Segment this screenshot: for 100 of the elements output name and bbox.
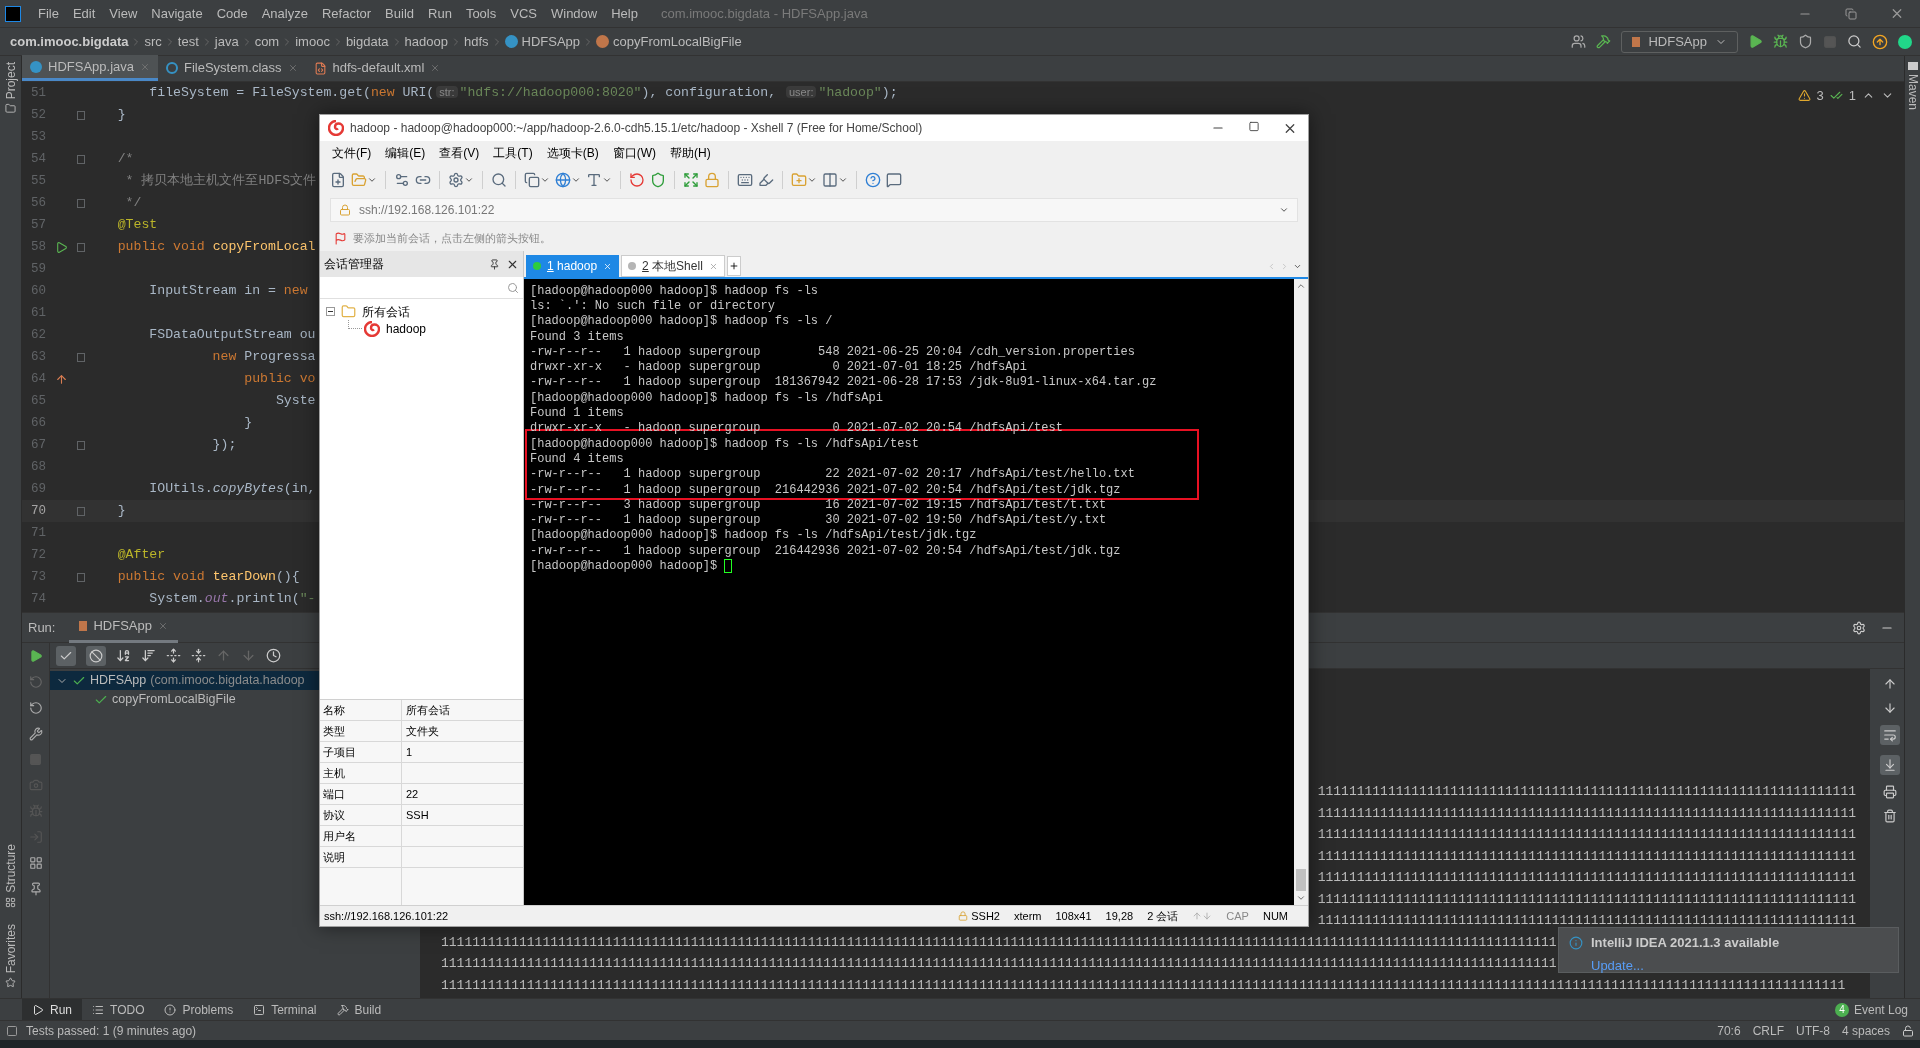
keyboard-icon[interactable] — [737, 172, 753, 188]
menu-item[interactable]: File — [31, 3, 66, 24]
dropdown-caret-icon[interactable] — [807, 175, 817, 185]
menu-item[interactable]: Window — [543, 3, 605, 24]
breadcrumb-item[interactable]: src — [144, 31, 162, 52]
breadcrumb-item[interactable]: hadoop — [404, 31, 448, 52]
font-icon[interactable] — [586, 172, 602, 188]
pin-icon[interactable] — [489, 258, 500, 270]
menu-item[interactable]: Code — [209, 3, 255, 24]
menu-item[interactable]: View — [102, 3, 145, 24]
fold-marker-icon[interactable] — [77, 352, 85, 362]
fold-marker-icon[interactable] — [77, 242, 85, 252]
line-separator[interactable]: CRLF — [1752, 1021, 1784, 1040]
fold-marker-icon[interactable] — [77, 506, 85, 516]
tool-window-tab[interactable]: Terminal — [243, 998, 327, 1021]
pin-icon[interactable] — [28, 882, 43, 896]
help-icon[interactable] — [865, 172, 881, 188]
configuration-tab[interactable]: HDFSApp — [69, 612, 178, 643]
session-tree-item[interactable]: hadoop — [386, 319, 427, 338]
tool-window-tab[interactable]: Build — [326, 998, 392, 1021]
update-icon[interactable] — [1872, 33, 1888, 50]
scroll-to-end-icon[interactable] — [1880, 755, 1900, 775]
fold-marker-icon[interactable] — [77, 154, 85, 164]
tool-window-label[interactable]: Structure — [1, 843, 20, 893]
debug-icon[interactable] — [1773, 34, 1788, 49]
tool-window-label[interactable]: Maven — [1903, 74, 1920, 111]
check-icon[interactable] — [56, 645, 76, 666]
editor-tab[interactable]: HDFSApp.java — [22, 55, 158, 81]
editor-tab[interactable]: hdfs-default.xml — [305, 55, 449, 81]
tool-window-label[interactable]: Favorites — [1, 923, 20, 973]
settings-icon[interactable] — [394, 172, 410, 188]
menu-item[interactable]: Tools — [458, 3, 504, 24]
users-icon[interactable] — [1571, 34, 1587, 49]
grid-icon[interactable] — [5, 896, 16, 908]
collapse-toggle-icon[interactable] — [326, 307, 335, 316]
menu-item[interactable]: 帮助(H) — [670, 144, 711, 162]
flag-icon[interactable] — [334, 231, 347, 245]
menu-item[interactable]: 工具(T) — [493, 144, 533, 162]
dropdown-caret-icon[interactable] — [540, 175, 550, 185]
menu-item[interactable]: Edit — [65, 3, 103, 24]
coverage-icon[interactable] — [1798, 34, 1813, 49]
trash-icon[interactable] — [1883, 809, 1897, 823]
scroll-down-icon[interactable] — [1296, 893, 1306, 903]
fold-marker-icon[interactable] — [77, 440, 85, 450]
dropdown-caret-icon[interactable] — [367, 175, 377, 185]
breadcrumb-item[interactable]: com.imooc.bigdata — [10, 31, 129, 52]
search-icon[interactable] — [491, 172, 507, 188]
tool-window-tab[interactable]: Run — [22, 998, 82, 1021]
session-tab[interactable]: 1 hadoop — [526, 255, 620, 277]
tool-window-label[interactable]: Project — [1, 62, 20, 100]
sort-duration-icon[interactable] — [141, 648, 156, 663]
breadcrumb-item[interactable]: copyFromLocalBigFile — [613, 31, 742, 52]
scrollbar[interactable] — [1294, 279, 1308, 905]
session-tab[interactable]: 2 本地Shell — [621, 255, 725, 277]
dropdown-caret-icon[interactable] — [571, 175, 581, 185]
expand-icon[interactable] — [683, 172, 699, 188]
menu-item[interactable]: VCS — [503, 3, 544, 24]
menu-item[interactable]: 窗口(W) — [612, 144, 656, 162]
arrow-up-icon[interactable] — [1883, 677, 1897, 691]
run-test-icon[interactable] — [54, 240, 68, 254]
tool-window-tab[interactable]: Problems — [154, 998, 244, 1021]
columns-icon[interactable] — [822, 172, 838, 188]
file-encoding[interactable]: UTF-8 — [1795, 1021, 1830, 1040]
override-icon[interactable] — [54, 372, 68, 386]
panel-toggle-icon[interactable] — [6, 1024, 18, 1037]
event-log-link[interactable]: Event Log — [1853, 1000, 1908, 1019]
session-tree-item[interactable]: 所有会话 — [362, 302, 410, 321]
dropdown-caret-icon[interactable] — [838, 175, 848, 185]
breadcrumb-item[interactable]: com — [254, 31, 280, 52]
menu-item[interactable]: 文件(F) — [332, 144, 372, 162]
folder-icon[interactable] — [5, 103, 16, 115]
breadcrumb-item[interactable]: java — [214, 31, 239, 52]
folder-plus-icon[interactable] — [791, 172, 807, 188]
expand-all-icon[interactable] — [166, 648, 181, 663]
run-config-dropdown[interactable]: HDFSApp — [1621, 30, 1738, 53]
breadcrumb-item[interactable]: HDFSApp — [521, 31, 581, 52]
dropdown-caret-icon[interactable] — [602, 175, 612, 185]
indent-setting[interactable]: 4 spaces — [1841, 1021, 1890, 1040]
sort-alpha-icon[interactable] — [116, 648, 131, 663]
update-link[interactable]: Update... — [1591, 955, 1898, 975]
star-icon[interactable] — [5, 977, 16, 988]
tool-window-tab[interactable]: TODO — [82, 998, 155, 1021]
dropdown-caret-icon[interactable] — [1279, 205, 1289, 215]
menu-item[interactable]: 查看(V) — [439, 144, 480, 162]
passed-count[interactable]: 1 — [1848, 86, 1856, 106]
collapse-all-icon[interactable] — [191, 648, 206, 663]
rerun-icon[interactable] — [28, 649, 43, 663]
menu-item[interactable]: Refactor — [314, 3, 379, 24]
menu-item[interactable]: Help — [604, 3, 645, 24]
caret-position[interactable]: 70:6 — [1717, 1021, 1741, 1040]
warning-count[interactable]: 3 — [1816, 86, 1824, 106]
arrow-down-icon[interactable] — [1883, 701, 1897, 715]
history-icon[interactable] — [266, 648, 281, 663]
menu-item[interactable]: Navigate — [144, 3, 210, 24]
scrollbar-thumb[interactable] — [1296, 869, 1306, 891]
search-icon[interactable] — [1847, 34, 1862, 49]
lock-icon[interactable] — [704, 172, 720, 188]
folder-open-icon[interactable] — [351, 172, 367, 188]
fold-marker-icon[interactable] — [77, 198, 85, 208]
menu-item[interactable]: Analyze — [254, 3, 315, 24]
